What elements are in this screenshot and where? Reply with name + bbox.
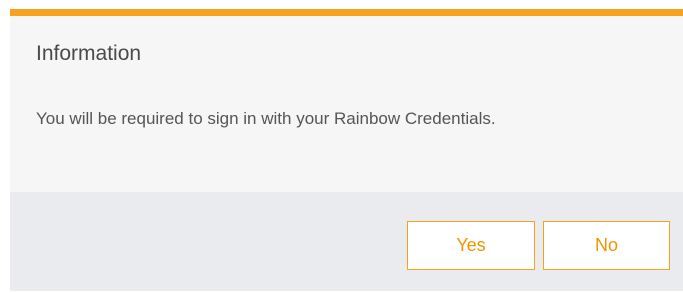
yes-button[interactable]: Yes [407,221,535,270]
dialog-body: Information You will be required to sign… [10,16,683,192]
no-button[interactable]: No [543,221,670,270]
dialog-title: Information [36,42,142,65]
dialog-footer: Yes No [10,192,683,291]
dialog-message: You will be required to sign in with you… [36,109,496,128]
dialog-accent-bar [10,9,683,16]
information-dialog: Information You will be required to sign… [10,9,683,291]
